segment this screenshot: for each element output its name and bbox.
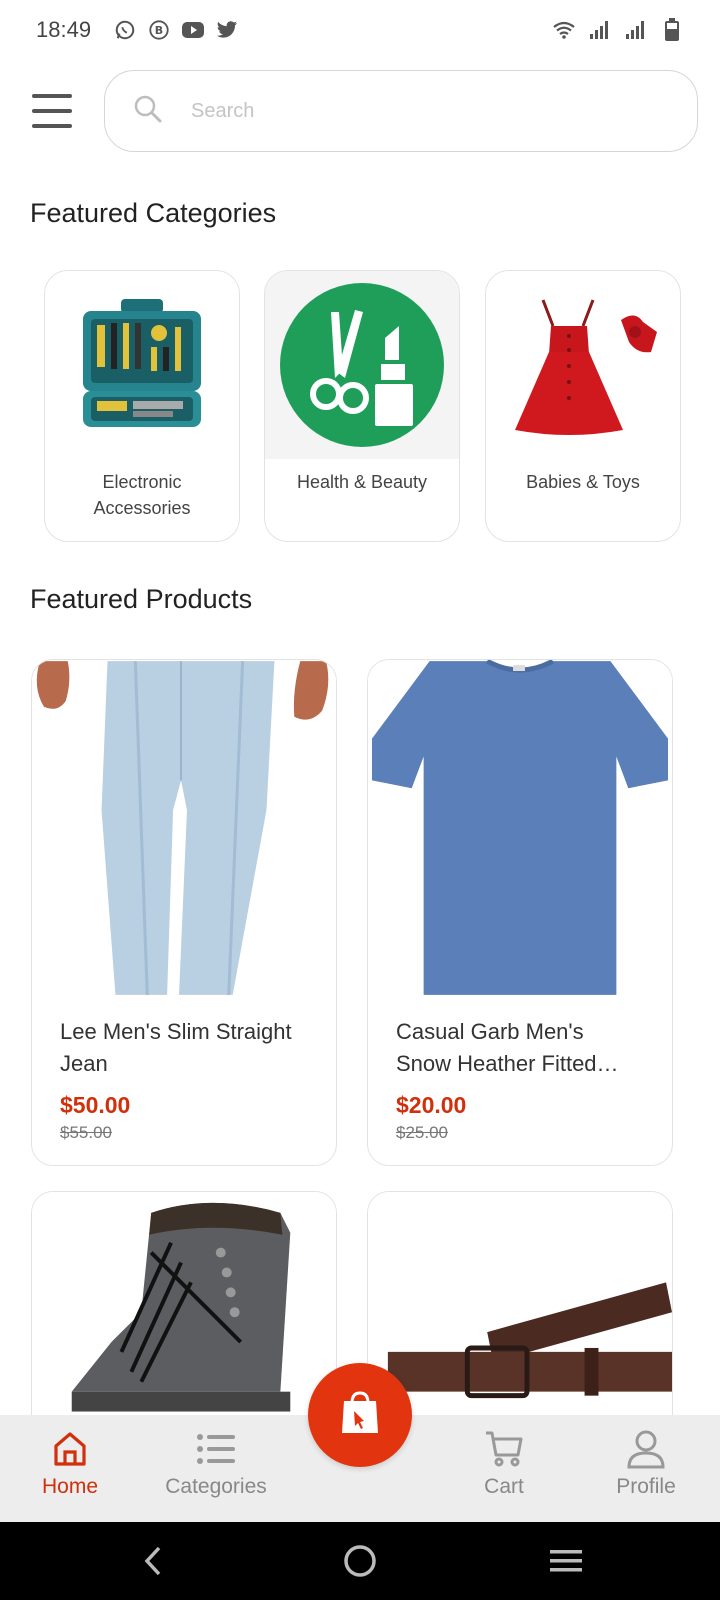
nav-label: Profile [616, 1475, 676, 1498]
shopping-bag-icon [338, 1389, 382, 1442]
jeans-icon [32, 660, 336, 996]
nav-label: Categories [165, 1475, 267, 1498]
toolkit-icon [45, 271, 239, 459]
product-card[interactable]: Casual Garb Men's Snow Heather Fitted… $… [367, 659, 673, 1166]
featured-products-title: Featured Products [30, 584, 253, 614]
category-label: Health & Beauty [296, 472, 428, 492]
whatsapp-icon [113, 18, 137, 42]
wifi-icon [552, 18, 576, 42]
notification-icons: B [113, 18, 239, 42]
twitter-icon [215, 18, 239, 42]
shop-fab-button[interactable] [308, 1363, 412, 1467]
product-name: Lee Men's Slim Straight Jean [60, 1019, 292, 1076]
search-bar[interactable] [104, 70, 698, 152]
list-icon [156, 1427, 276, 1471]
hamburger-menu-icon[interactable] [32, 94, 72, 128]
nav-categories[interactable]: Categories [156, 1427, 276, 1499]
scissors-lipstick-icon [265, 271, 459, 459]
product-old-price: $25.00 [396, 1123, 448, 1142]
back-icon[interactable] [123, 1538, 183, 1584]
product-name: Casual Garb Men's Snow Heather Fitted… [396, 1019, 619, 1076]
system-icons [552, 18, 684, 42]
nav-label: Cart [484, 1475, 524, 1498]
nav-profile[interactable]: Profile [586, 1427, 706, 1499]
user-icon [586, 1427, 706, 1471]
featured-categories-title: Featured Categories [30, 198, 277, 228]
red-dress-icon [486, 271, 680, 459]
category-card-babies-toys[interactable]: Babies & Toys [485, 270, 681, 542]
b-icon: B [147, 18, 171, 42]
signal-icon [588, 18, 612, 42]
nav-home[interactable]: Home [10, 1427, 130, 1499]
system-navigation-bar [0, 1522, 720, 1600]
signal-icon [624, 18, 648, 42]
cart-icon [444, 1427, 564, 1471]
nav-cart[interactable]: Cart [444, 1427, 564, 1499]
product-price: $50.00 [60, 1092, 131, 1118]
search-icon [133, 94, 163, 129]
youtube-icon [181, 18, 205, 42]
category-label: Babies & Toys [526, 472, 640, 492]
category-label: Electronic Accessories [93, 472, 191, 518]
home-circle-icon[interactable] [330, 1538, 390, 1584]
svg-text:B: B [155, 24, 163, 37]
tshirt-icon [368, 660, 672, 996]
top-bar [0, 70, 720, 154]
categories-row: Electronic Accessories Health & Beauty B… [44, 270, 720, 544]
status-time: 18:49 [36, 17, 92, 42]
product-price: $20.00 [396, 1092, 467, 1118]
category-card-health-beauty[interactable]: Health & Beauty [264, 270, 460, 542]
product-card[interactable]: Lee Men's Slim Straight Jean $50.00 $55.… [31, 659, 337, 1166]
nav-label: Home [41, 1475, 99, 1498]
home-icon [10, 1427, 130, 1471]
recent-apps-icon[interactable] [536, 1538, 596, 1584]
status-bar: 18:49 B [0, 0, 720, 60]
product-old-price: $55.00 [60, 1123, 112, 1142]
category-card-electronic-accessories[interactable]: Electronic Accessories [44, 270, 240, 542]
search-input[interactable] [191, 99, 631, 123]
battery-icon [660, 18, 684, 42]
